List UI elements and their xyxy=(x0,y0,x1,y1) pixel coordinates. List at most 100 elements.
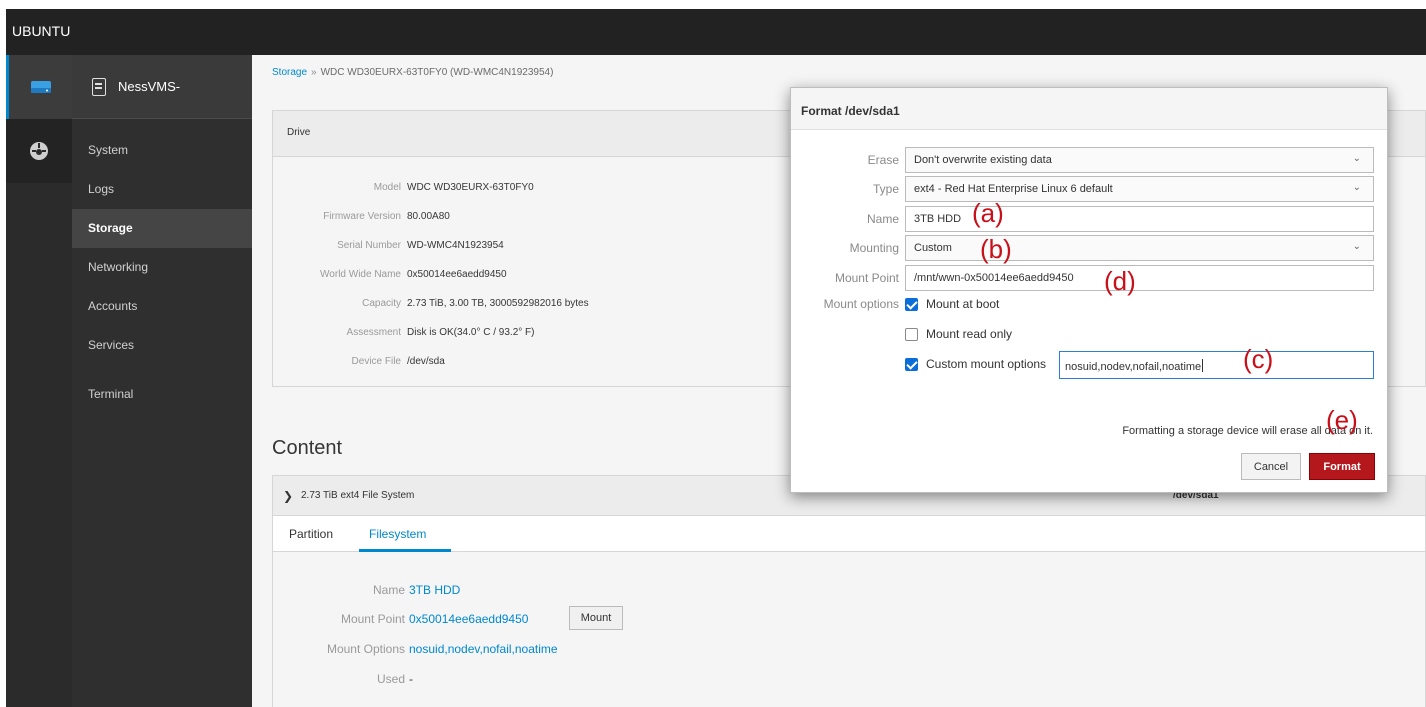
name-label: Name xyxy=(866,212,899,226)
dialog-title: Format /dev/sda1 xyxy=(801,104,900,118)
sidebar-item-services[interactable]: Services xyxy=(72,326,252,365)
annotation-d: (d) xyxy=(1104,266,1136,296)
mounting-value: Custom xyxy=(914,242,952,254)
dashboard-icon xyxy=(30,142,48,160)
mount-point-input[interactable]: /mnt/wwn-0x50014ee6aedd9450 xyxy=(905,265,1374,291)
fs-used-value: - xyxy=(409,672,413,686)
annotation-b: (b) xyxy=(980,234,1012,264)
fs-mount-point-link[interactable]: 0x50014ee6aedd9450 xyxy=(409,612,528,626)
mount-at-boot-checkbox[interactable]: Mount at boot xyxy=(905,297,1205,315)
drive-key: Capacity xyxy=(362,298,401,309)
erase-value: Don't overwrite existing data xyxy=(914,154,1052,166)
text-caret xyxy=(1202,359,1204,372)
drive-key: World Wide Name xyxy=(320,269,401,280)
fs-name-link[interactable]: 3TB HDD xyxy=(409,583,460,597)
drive-value: 80.00A80 xyxy=(407,211,450,222)
content-tabs: Partition Filesystem xyxy=(273,516,1425,552)
name-value: 3TB HDD xyxy=(914,213,962,225)
sidebar-item-logs[interactable]: Logs xyxy=(72,170,252,209)
drive-value: WDC WD30EURX-63T0FY0 xyxy=(407,182,534,193)
content-title: Content xyxy=(272,437,343,459)
erase-label: Erase xyxy=(867,153,899,167)
mount-read-only-label: Mount read only xyxy=(926,327,1013,341)
drive-value: 0x50014ee6aedd9450 xyxy=(407,269,507,280)
erase-row: Erase Don't overwrite existing data ⌄ xyxy=(791,147,1387,173)
type-label: Type xyxy=(872,182,899,196)
drive-row-assessment: Assessment Disk is OK(34.0° C / 93.2° F) xyxy=(273,327,873,347)
annotation-e: (e) xyxy=(1326,405,1358,435)
host-brand: UBUNTU xyxy=(12,23,71,39)
format-button[interactable]: Format xyxy=(1309,453,1375,480)
chevron-down-icon: ⌄ xyxy=(1352,153,1361,164)
drive-row-capacity: Capacity 2.73 TiB, 3.00 TB, 300059298201… xyxy=(273,298,873,318)
mount-button[interactable]: Mount xyxy=(569,606,623,630)
fs-row-used: Used - xyxy=(273,672,873,692)
sidebar-item-accounts[interactable]: Accounts xyxy=(72,287,252,326)
hard-drive-icon xyxy=(30,81,51,93)
type-row: Type ext4 - Red Hat Enterprise Linux 6 d… xyxy=(791,176,1387,202)
drive-key: Device File xyxy=(351,356,401,367)
mounting-label: Mounting xyxy=(849,241,899,255)
filesystem-details: Name 3TB HDD Mount Point 0x50014ee6aedd9… xyxy=(273,552,1425,707)
breadcrumb: Storage » WDC WD30EURX-63T0FY0 (WD-WMC4N19… xyxy=(272,67,553,78)
drive-key: Assessment xyxy=(346,327,401,338)
sidebar-item-system[interactable]: System xyxy=(72,131,252,170)
fs-row-mount-options: Mount Options nosuid,nodev,nofail,noatim… xyxy=(273,642,873,662)
format-dialog: Format /dev/sda1 Erase Don't overwrite e… xyxy=(790,87,1388,493)
mounting-select[interactable]: Custom ⌄ xyxy=(905,235,1374,261)
erase-select[interactable]: Don't overwrite existing data ⌄ xyxy=(905,147,1374,173)
mount-point-row: Mount Point /mnt/wwn-0x50014ee6aedd9450 xyxy=(791,265,1387,291)
custom-mount-options-value: nosuid,nodev,nofail,noatime xyxy=(1065,361,1202,373)
tab-partition[interactable]: Partition xyxy=(289,527,333,541)
sidebar-item-networking[interactable]: Networking xyxy=(72,248,252,287)
fs-key: Mount Options xyxy=(326,642,405,656)
drive-value: 2.73 TiB, 3.00 TB, 3000592982016 bytes xyxy=(407,298,589,309)
fs-key: Name xyxy=(372,583,405,597)
breadcrumb-storage-link[interactable]: Storage xyxy=(272,67,307,78)
drive-key: Firmware Version xyxy=(323,211,401,222)
top-bar: UBUNTU xyxy=(6,9,1426,55)
filesystem-label: 2.73 TiB ext4 File System xyxy=(301,490,415,501)
fs-row-name: Name 3TB HDD xyxy=(273,583,873,603)
mounting-row: Mounting Custom ⌄ xyxy=(791,235,1387,261)
sidebar-item-storage[interactable]: Storage xyxy=(72,209,252,248)
name-row: Name 3TB HDD xyxy=(791,206,1387,232)
checkbox-checked-icon xyxy=(905,358,918,371)
drive-key: Model xyxy=(373,182,401,193)
host-switcher[interactable]: NessVMS- xyxy=(72,55,252,119)
checkbox-checked-icon xyxy=(905,298,918,311)
annotation-c: (c) xyxy=(1243,344,1274,374)
drive-value: /dev/sda xyxy=(407,356,445,367)
sidebar: NessVMS- System Logs Storage Networking … xyxy=(72,55,252,707)
mount-options-row: Mount options Mount at boot xyxy=(791,294,1387,320)
tab-filesystem[interactable]: Filesystem xyxy=(369,527,426,541)
fs-key: Mount Point xyxy=(340,612,405,626)
fs-key: Used xyxy=(376,672,405,686)
fs-mount-options-link[interactable]: nosuid,nodev,nofail,noatime xyxy=(409,642,558,656)
drive-row-serial: Serial Number WD-WMC4N1923954 xyxy=(273,240,873,260)
server-icon xyxy=(92,78,106,96)
sidebar-nav: System Logs Storage Networking Accounts … xyxy=(72,131,252,414)
icon-rail xyxy=(6,55,72,707)
chevron-down-icon[interactable]: ❯ xyxy=(283,489,293,503)
mount-at-boot-label: Mount at boot xyxy=(926,297,1000,311)
dialog-header: Format /dev/sda1 xyxy=(791,88,1387,130)
type-value: ext4 - Red Hat Enterprise Linux 6 defaul… xyxy=(914,183,1113,195)
rail-storage-item[interactable] xyxy=(6,55,72,119)
annotation-a: (a) xyxy=(972,198,1004,228)
drive-key: Serial Number xyxy=(337,240,401,251)
drive-row-device-file: Device File /dev/sda xyxy=(273,356,873,376)
drive-row-model: Model WDC WD30EURX-63T0FY0 xyxy=(273,182,873,202)
content-panel: ❯ 2.73 TiB ext4 File System /dev/sda1 Pa… xyxy=(272,475,1426,707)
chevron-down-icon: ⌄ xyxy=(1352,241,1361,252)
breadcrumb-current: WDC WD30EURX-63T0FY0 (WD-WMC4N1923954) xyxy=(320,67,554,78)
cancel-button[interactable]: Cancel xyxy=(1241,453,1301,480)
rail-dashboard-item[interactable] xyxy=(6,119,72,183)
custom-mount-options-input[interactable]: nosuid,nodev,nofail,noatime xyxy=(1059,351,1374,379)
drive-value: WD-WMC4N1923954 xyxy=(407,240,504,251)
drive-row-firmware: Firmware Version 80.00A80 xyxy=(273,211,873,231)
sidebar-item-terminal[interactable]: Terminal xyxy=(72,375,252,414)
chevron-down-icon: ⌄ xyxy=(1352,182,1361,193)
mount-read-only-checkbox[interactable]: Mount read only xyxy=(905,327,1205,345)
drive-row-wwn: World Wide Name 0x50014ee6aedd9450 xyxy=(273,269,873,289)
